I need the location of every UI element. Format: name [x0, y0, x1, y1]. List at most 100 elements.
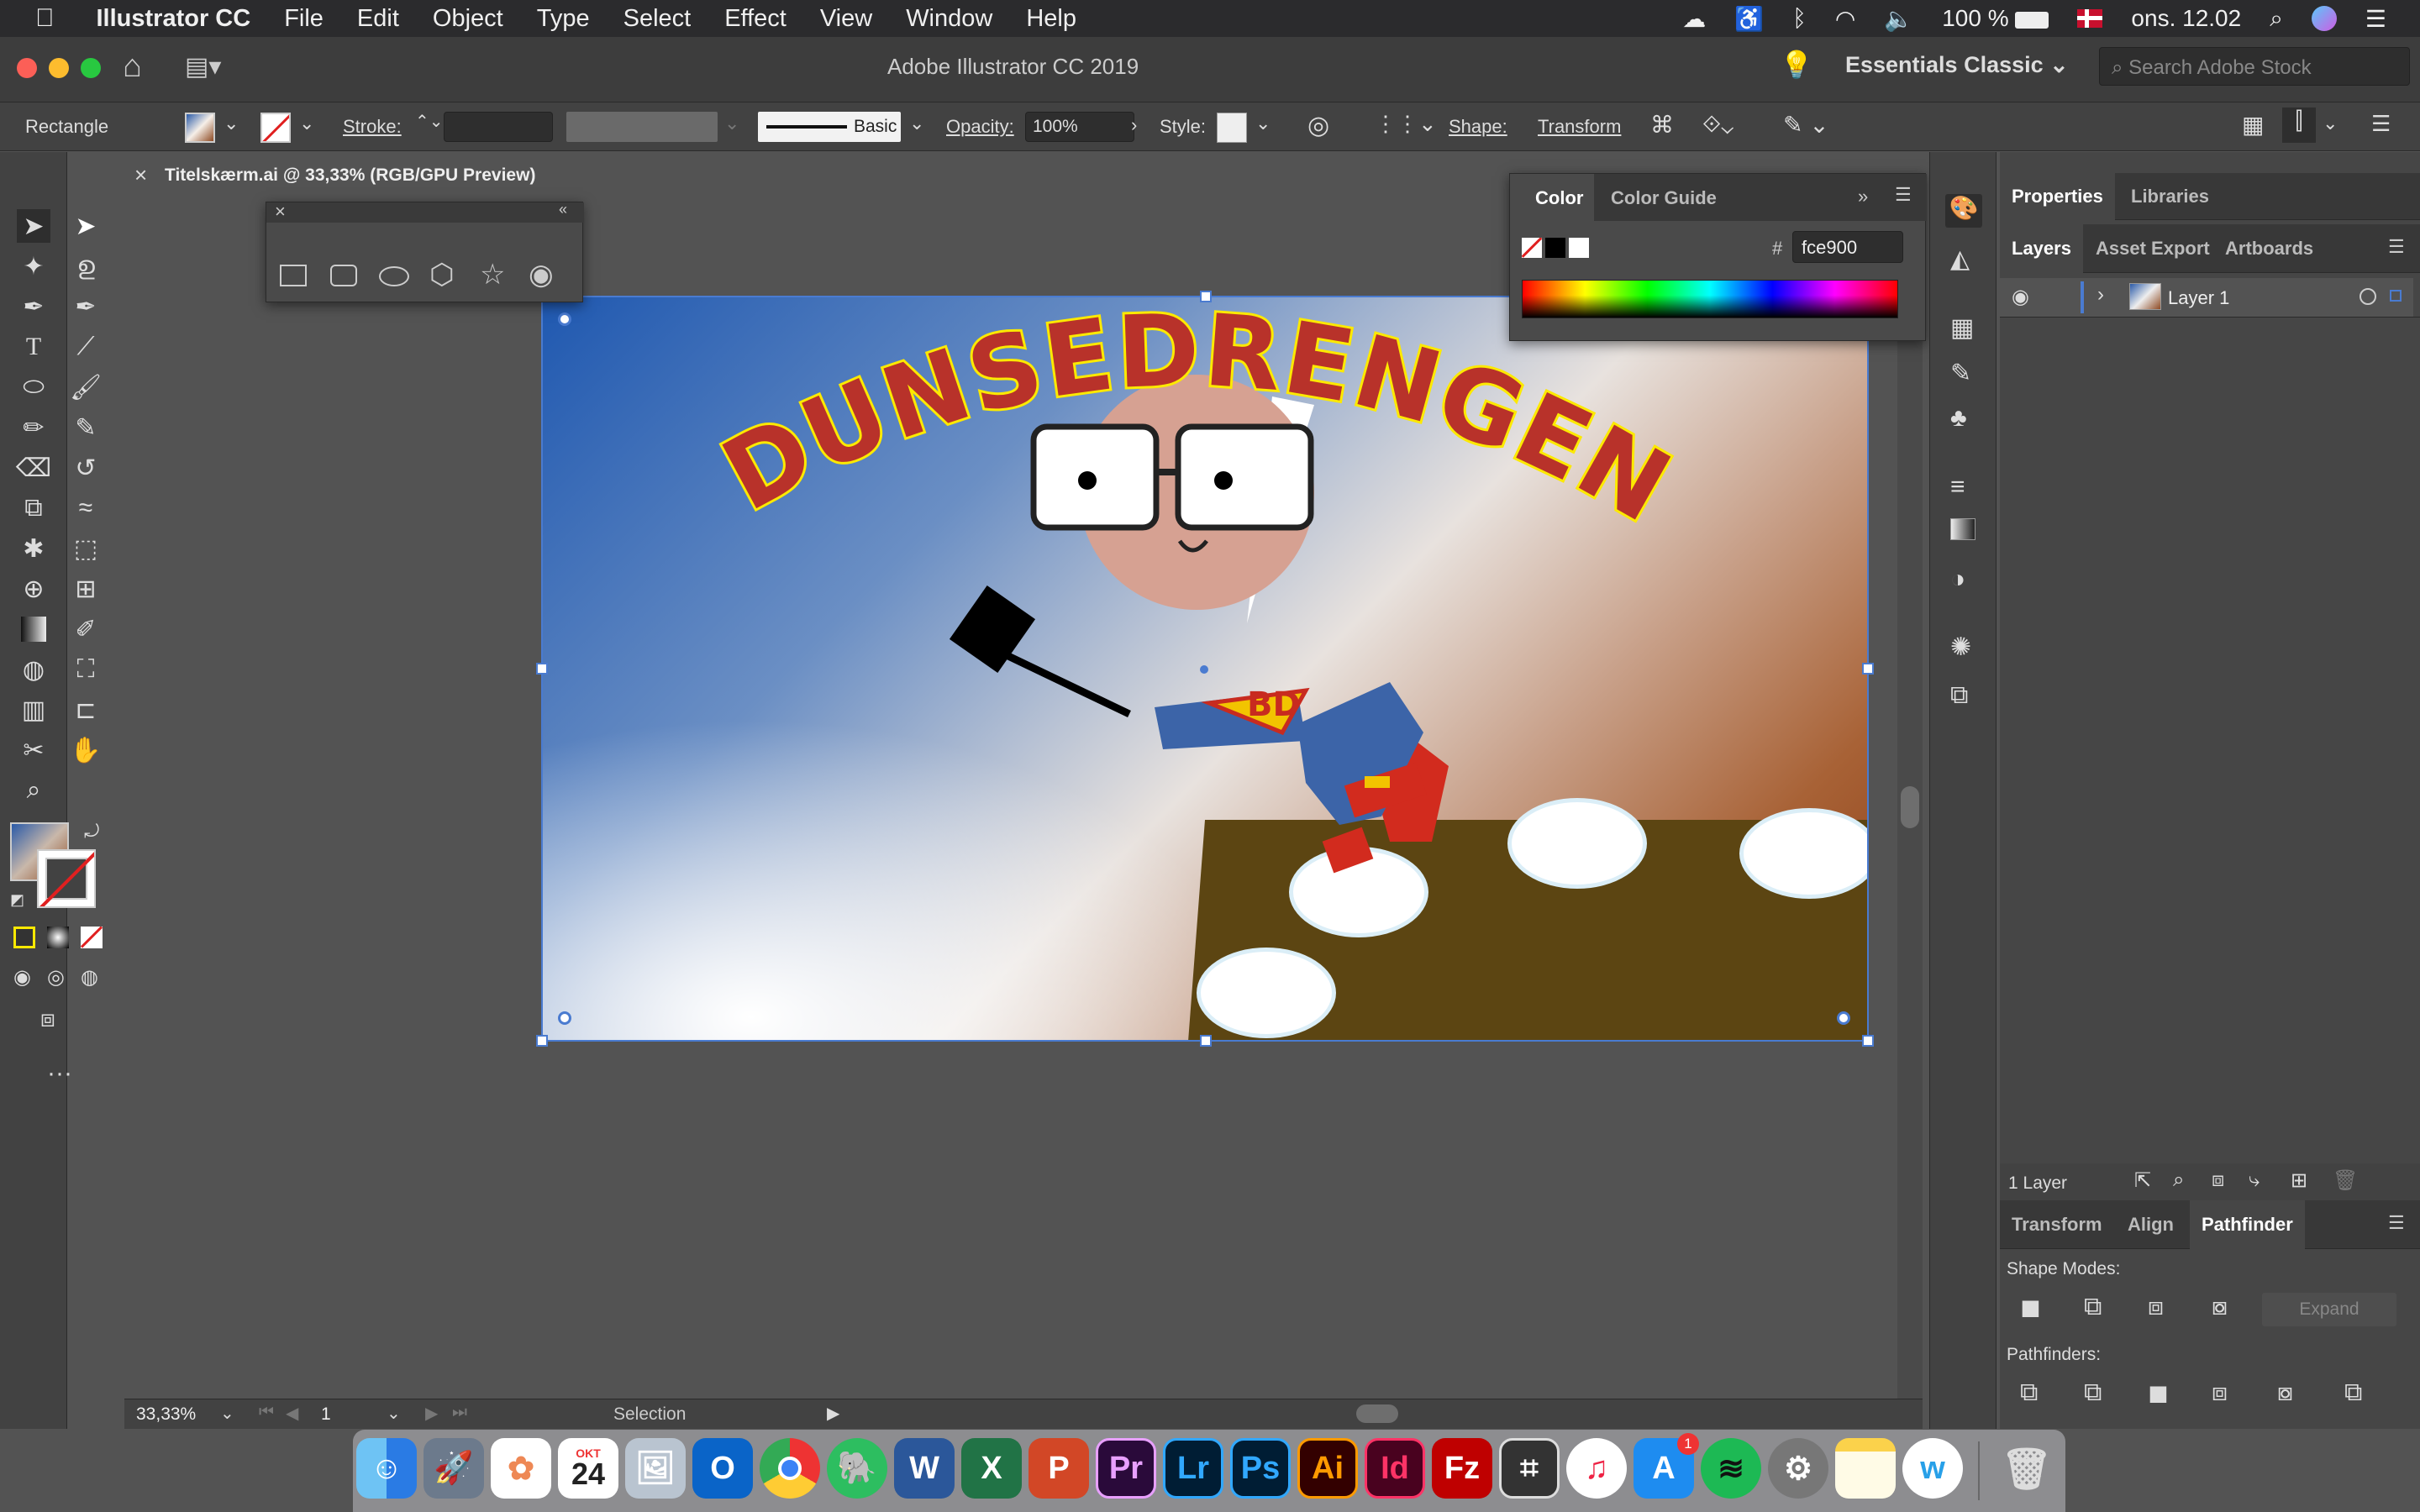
panel-menu-icon[interactable]: ☰	[2388, 236, 2405, 258]
document-tab[interactable]: × Titelskærm.ai @ 33,33% (RGB/GPU Previe…	[123, 152, 560, 197]
spotlight-icon[interactable]: ⌕	[2270, 5, 2283, 33]
blob-brush-icon[interactable]: ✎	[69, 411, 103, 444]
chevron-down-icon[interactable]: ⌄	[299, 113, 314, 134]
menu-edit[interactable]: Edit	[357, 5, 399, 33]
resize-handle[interactable]	[1862, 663, 1874, 675]
creative-cloud-icon[interactable]: ☁	[1682, 5, 1706, 33]
photoshop-icon[interactable]: Ps	[1230, 1438, 1291, 1499]
system-preferences-icon[interactable]: ⚙	[1768, 1438, 1828, 1499]
stock-search-input[interactable]: Search Adobe Stock	[2128, 56, 2311, 79]
exclude-icon[interactable]: ⧇	[2212, 1293, 2228, 1321]
color-spectrum[interactable]	[1522, 280, 1898, 318]
excel-icon[interactable]: X	[961, 1438, 1022, 1499]
draw-normal-icon[interactable]: ◉	[13, 965, 31, 990]
trim-icon[interactable]: ⧉	[2084, 1378, 2102, 1407]
rounded-rectangle-tool-icon[interactable]	[330, 265, 357, 286]
clock[interactable]: ons. 12.02	[2131, 5, 2241, 32]
evernote-icon[interactable]: 🐘	[827, 1438, 887, 1499]
color-mode-icon[interactable]	[13, 927, 35, 948]
ellipse-tool-icon[interactable]	[379, 266, 409, 286]
magic-wand-icon[interactable]: ✦	[17, 249, 50, 283]
menu-effect[interactable]: Effect	[724, 5, 786, 33]
selection-tool-icon[interactable]: ➤	[17, 209, 50, 243]
word-icon[interactable]: W	[894, 1438, 955, 1499]
color-guide-icon[interactable]: ◭	[1950, 244, 1970, 274]
tab-pathfinder[interactable]: Pathfinder	[2190, 1200, 2305, 1249]
flare-tool-icon[interactable]: ◉	[529, 258, 554, 291]
arrange-icon[interactable]: ▦	[2242, 111, 2264, 139]
resize-handle[interactable]	[1862, 1035, 1874, 1047]
tab-artboards[interactable]: Artboards	[2213, 224, 2325, 273]
perspective-grid-icon[interactable]: ⊞	[69, 572, 103, 606]
minus-front-icon[interactable]: ⧉	[2084, 1293, 2102, 1321]
divide-icon[interactable]: ⧉	[2020, 1378, 2038, 1407]
expand-layer-icon[interactable]: ›	[2097, 283, 2104, 307]
pen-tool-icon[interactable]: ✒	[17, 290, 50, 323]
home-icon[interactable]: ⌂	[123, 49, 142, 85]
prev-artboard-icon[interactable]: ◀	[286, 1403, 298, 1424]
workspace-switcher[interactable]: Essentials Classic ⌄	[1845, 52, 2069, 78]
spotify-icon[interactable]: ≋	[1701, 1438, 1761, 1499]
calendar-icon[interactable]: OKT 24	[558, 1438, 618, 1499]
chevron-down-icon[interactable]: ⌄	[2323, 113, 2338, 134]
line-tool-icon[interactable]: ⟋	[69, 330, 103, 364]
battery-status[interactable]: 100 %	[1942, 5, 2049, 32]
type-tool-icon[interactable]: T	[17, 330, 50, 364]
slice-tool-icon[interactable]: ✂	[17, 733, 50, 767]
screen-mode-icon[interactable]: ⧈	[40, 1005, 55, 1033]
corner-widget[interactable]	[558, 312, 571, 326]
wunderlist-icon[interactable]: w	[1902, 1438, 1963, 1499]
pen-options-icon[interactable]: ✎ ⌄	[1783, 111, 1829, 139]
notification-center-icon[interactable]: ☰	[2365, 5, 2386, 33]
draw-inside-icon[interactable]: ◍	[81, 965, 98, 990]
chevron-down-icon[interactable]: ⌄	[387, 1403, 401, 1424]
menu-window[interactable]: Window	[906, 5, 992, 33]
appearance-icon[interactable]: ✺	[1950, 633, 1971, 662]
ellipse-tool-icon[interactable]: ⬭	[17, 370, 50, 404]
align-panel-icon[interactable]: ⫿	[2282, 108, 2316, 143]
tab-layers[interactable]: Layers	[2000, 224, 2083, 273]
brushes-icon[interactable]: ✎	[1950, 359, 1971, 388]
close-window-button[interactable]	[17, 58, 37, 78]
tab-libraries[interactable]: Libraries	[2119, 173, 2221, 220]
corner-widget[interactable]	[558, 1011, 571, 1025]
capacitor-icon[interactable]: ⌗	[1499, 1438, 1560, 1499]
illustrator-icon[interactable]: Ai	[1297, 1438, 1358, 1499]
width-tool-icon[interactable]: ≈	[69, 491, 103, 525]
opacity-field[interactable]: 100%	[1025, 112, 1134, 142]
close-icon[interactable]: ×	[275, 201, 286, 223]
graph-tool-icon[interactable]: ▥	[17, 693, 50, 727]
recolor-artwork-icon[interactable]: ◎	[1307, 111, 1329, 140]
stroke-weight-stepper[interactable]: ⌃⌄	[415, 111, 444, 132]
resize-handle[interactable]	[1200, 1035, 1212, 1047]
selection-indicator[interactable]	[2390, 290, 2402, 302]
indesign-icon[interactable]: Id	[1365, 1438, 1425, 1499]
last-artboard-icon[interactable]: ⏭	[452, 1403, 467, 1422]
tab-align[interactable]: Align	[2116, 1200, 2186, 1249]
horizontal-scroll-thumb[interactable]	[1356, 1404, 1398, 1423]
panel-menu-icon[interactable]: ☰	[2388, 1212, 2405, 1234]
zoom-window-button[interactable]	[81, 58, 101, 78]
visibility-eye-icon[interactable]: ◉	[2012, 285, 2029, 309]
draw-behind-icon[interactable]: ◎	[47, 965, 65, 990]
next-artboard-icon[interactable]: ▶	[425, 1403, 438, 1424]
panel-menu-icon[interactable]: ☰	[2371, 111, 2391, 137]
color-panel-icon[interactable]: 🎨	[1945, 194, 1982, 228]
minus-back-icon[interactable]: ⧉	[2344, 1378, 2362, 1407]
menu-object[interactable]: Object	[433, 5, 503, 33]
chevron-right-icon[interactable]: ›	[1131, 114, 1137, 136]
symbol-sprayer-icon[interactable]: ⛶	[69, 653, 103, 686]
preview-icon[interactable]: 🖼	[625, 1438, 686, 1499]
flag-icon[interactable]	[2077, 9, 2103, 28]
outline-icon[interactable]: ⧇	[2277, 1378, 2293, 1407]
zoom-level[interactable]: 33,33%	[136, 1404, 196, 1425]
gradient-tool-icon[interactable]	[17, 612, 50, 646]
trash-icon[interactable]: 🗑	[1996, 1438, 2057, 1499]
arrange-documents-icon[interactable]: ▤▾	[185, 52, 221, 81]
white-swatch[interactable]	[1569, 238, 1589, 258]
artboard-tool-icon[interactable]: ⊏	[69, 693, 103, 727]
pencil-icon[interactable]: ✏	[17, 411, 50, 444]
eyedropper-icon[interactable]: ✐	[69, 612, 103, 646]
minimize-window-button[interactable]	[49, 58, 69, 78]
chevron-down-icon[interactable]: ⌄	[909, 113, 924, 134]
